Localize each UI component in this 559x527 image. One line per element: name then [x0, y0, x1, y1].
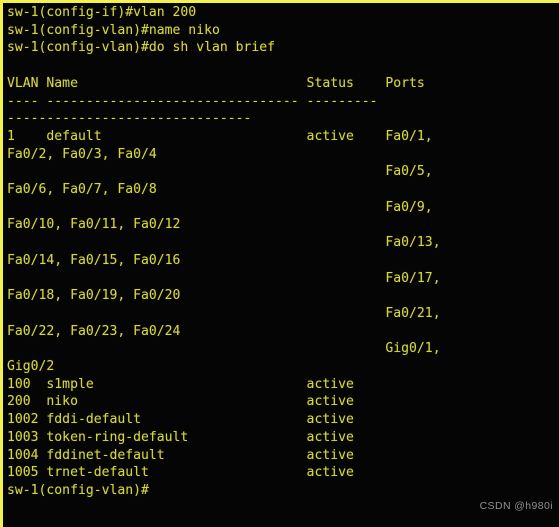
csdn-watermark: CSDN @h980i: [479, 500, 553, 512]
terminal-window[interactable]: sw-1(config-if)#vlan 200 sw-1(config-vla…: [0, 0, 559, 527]
border-stripe-end-cap: [3, 521, 7, 527]
console-output-text: sw-1(config-if)#vlan 200 sw-1(config-vla…: [7, 5, 441, 498]
